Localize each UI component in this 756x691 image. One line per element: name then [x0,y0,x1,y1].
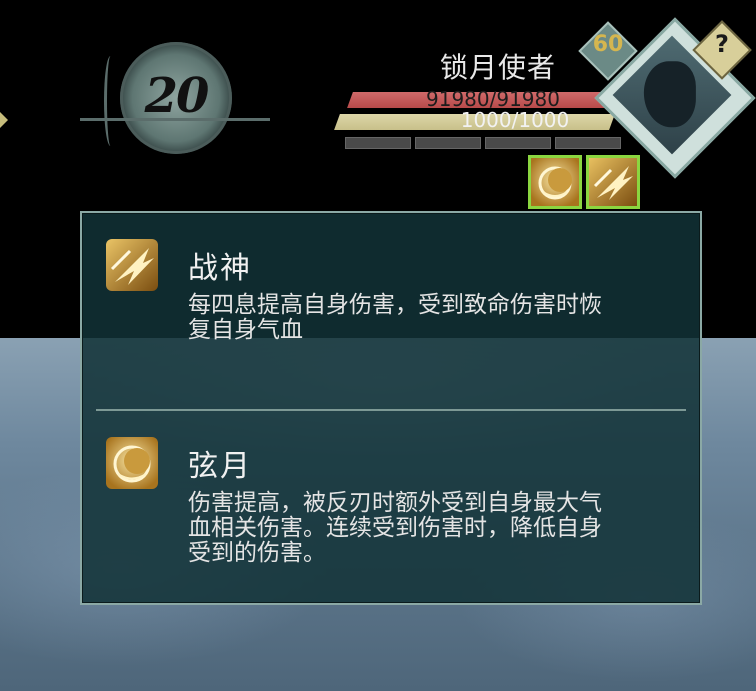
war-god-slash-icon [106,239,158,291]
stagger-segment [485,137,551,149]
buff-war-god[interactable] [586,155,640,209]
skill-description-line: 受到的伤害。 [188,540,326,566]
tooltip-divider [96,409,686,411]
stagger-segments [345,137,621,149]
skill-description: 伤害提高，被反刃时额外受到自身最大气 血相关伤害。连续受到伤害时，降低自身 受到… [188,491,694,566]
boss-level: 60 [592,32,624,57]
boss-silhouette-icon [643,61,696,128]
skill-icon [106,437,158,489]
skill-description-line: 伤害提高，被反刃时额外受到自身最大气 [188,490,602,516]
energy-text: 1000/1000 [460,108,570,132]
boss-name: 锁月使者 [440,51,557,84]
offscreen-marker-icon [0,112,8,128]
help-label[interactable]: ? [701,30,743,58]
crescent-moon-icon [531,158,579,206]
skill-description-line: 每四息提高自身伤害，受到致命伤害时恢 [188,292,602,318]
skill-name: 战神 [188,251,252,286]
crescent-moon-icon [106,437,158,489]
skill-description-line: 血相关伤害。连续受到伤害时，降低自身 [188,515,602,541]
buff-crescent-moon[interactable] [528,155,582,209]
skill-tooltip: 战神 每四息提高自身伤害，受到致命伤害时恢 复自身气血 弦月 伤害提高，被反刃时… [80,211,702,605]
round-counter: 20 [80,42,270,154]
stagger-segment [415,137,481,149]
skill-name: 弦月 [188,449,252,484]
game-scene: 20 锁月使者 60 91980/91980 1000/1000 ? 战神 每四… [0,0,756,691]
skill-description: 每四息提高自身伤害，受到致命伤害时恢 复自身气血 [188,293,694,343]
war-god-slash-icon [589,158,637,206]
stagger-segment [345,137,411,149]
round-number: 20 [144,68,210,124]
stagger-segment [555,137,621,149]
skill-icon [106,239,158,291]
skill-description-line: 复自身气血 [188,317,303,343]
